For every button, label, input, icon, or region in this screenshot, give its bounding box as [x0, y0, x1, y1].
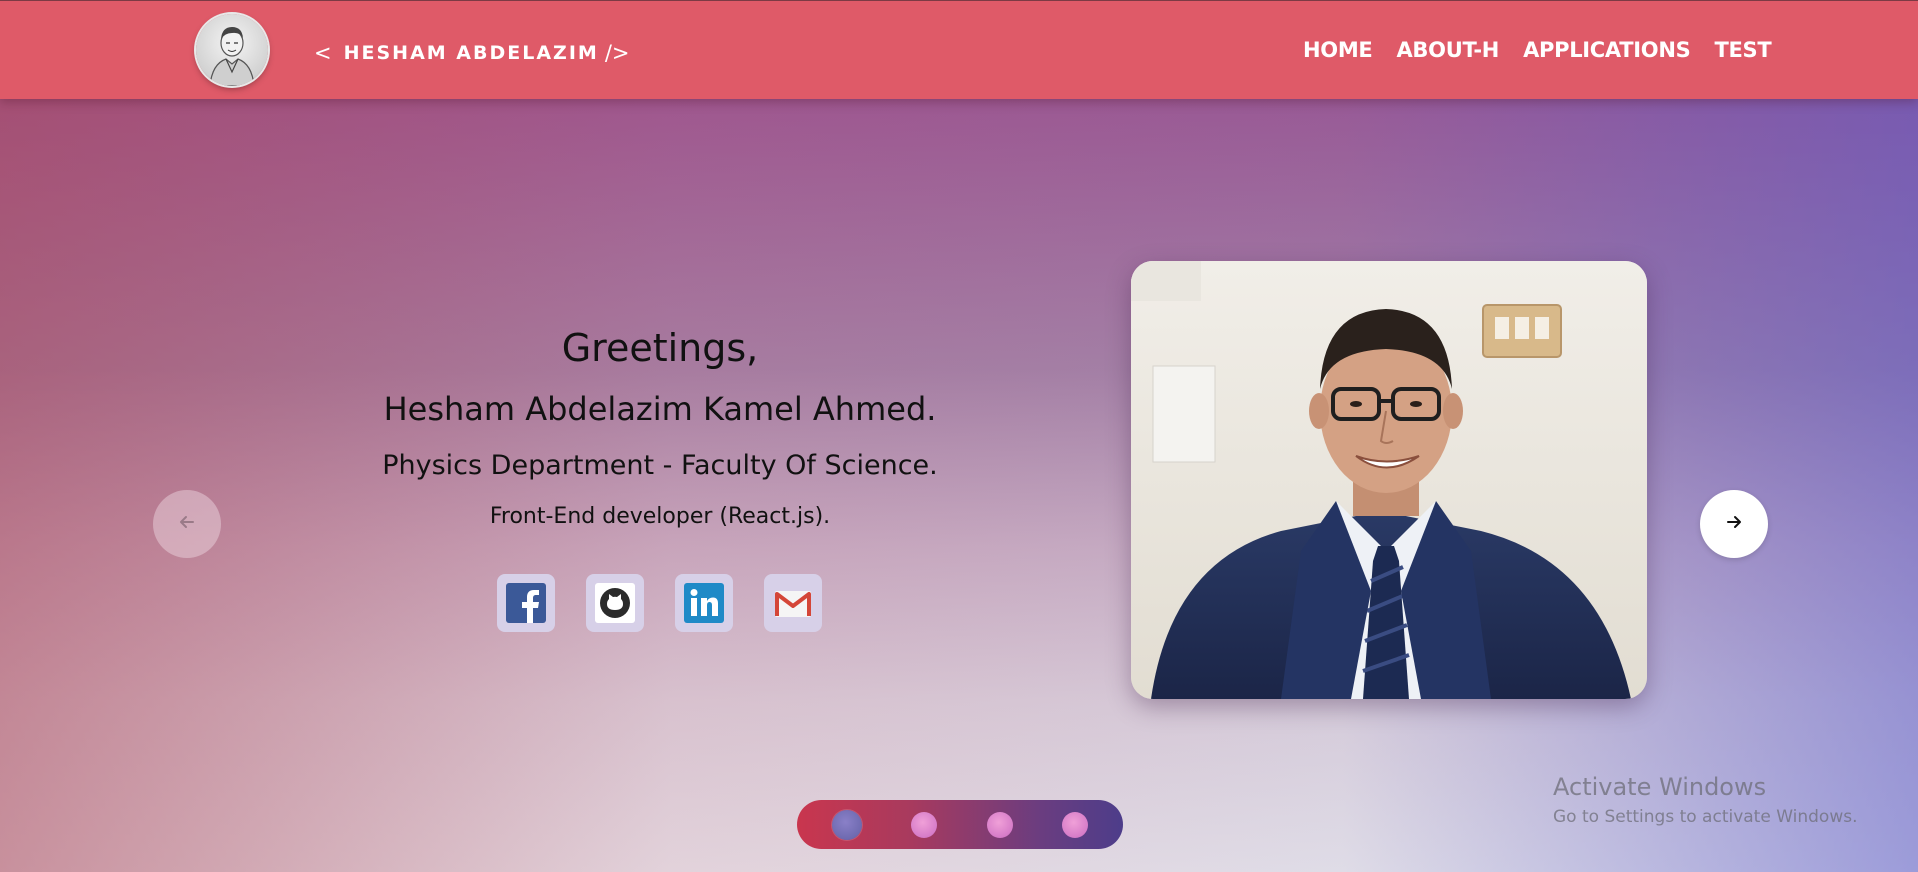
facebook-link[interactable] [497, 574, 555, 632]
brand-close-tag: /> [604, 41, 630, 65]
github-icon [595, 583, 635, 623]
hero-carousel: Greetings, Hesham Abdelazim Kamel Ahmed.… [0, 99, 1918, 872]
social-links [497, 574, 822, 632]
carousel-next-button[interactable] [1700, 490, 1768, 558]
watermark-subtitle: Go to Settings to activate Windows. [1553, 807, 1858, 827]
gmail-icon [773, 583, 813, 623]
portrait-sketch-icon[interactable] [196, 14, 268, 86]
carousel-dot-2[interactable] [911, 811, 938, 838]
windows-activation-watermark: Activate Windows Go to Settings to activ… [1553, 775, 1858, 826]
greeting-heading: Greetings, [561, 326, 759, 370]
linkedin-link[interactable] [675, 574, 733, 632]
hero-text: Greetings, Hesham Abdelazim Kamel Ahmed.… [360, 329, 960, 528]
navbar: < HESHAM ABDELAZIM /> HOME ABOUT-H APPLI… [0, 0, 1918, 99]
main-nav: HOME ABOUT-H APPLICATIONS TEST [1303, 38, 1772, 62]
nav-home[interactable]: HOME [1303, 38, 1373, 62]
nav-applications[interactable]: APPLICATIONS [1523, 38, 1691, 62]
role: Front-End developer (React.js). [489, 504, 831, 529]
github-link[interactable] [586, 574, 644, 632]
carousel-dot-4[interactable] [1062, 811, 1089, 838]
arrow-left-icon [177, 512, 197, 536]
linkedin-icon [684, 583, 724, 623]
nav-about-h[interactable]: ABOUT-H [1396, 38, 1499, 62]
brand-open-bracket: < [314, 41, 332, 65]
portrait-photo [1131, 261, 1647, 699]
brand-name: HESHAM ABDELAZIM [343, 42, 599, 64]
full-name: Hesham Abdelazim Kamel Ahmed. [383, 390, 937, 428]
brand-title[interactable]: < HESHAM ABDELAZIM /> [314, 41, 629, 65]
carousel-prev-button[interactable] [153, 490, 221, 558]
nav-test[interactable]: TEST [1714, 38, 1771, 62]
arrow-right-icon [1724, 512, 1744, 536]
carousel-dot-3[interactable] [986, 811, 1013, 838]
department: Physics Department - Faculty Of Science. [382, 450, 938, 481]
gmail-link[interactable] [764, 574, 822, 632]
watermark-title: Activate Windows [1553, 773, 1767, 801]
facebook-icon [506, 583, 546, 623]
carousel-indicators [797, 800, 1123, 849]
carousel-dot-1[interactable] [831, 809, 862, 840]
